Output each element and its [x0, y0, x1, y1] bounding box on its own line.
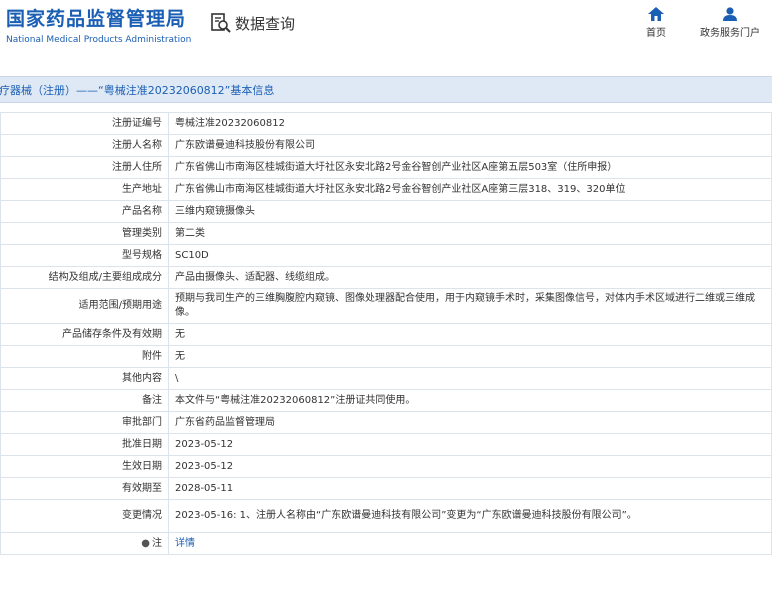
table-row: 注册证编号 粤械注准20232060812 — [0, 112, 772, 135]
row-label: 注册人名称 — [0, 134, 169, 157]
row-label: 生产地址 — [0, 178, 169, 201]
note-label-cell: ● 注 — [0, 532, 169, 555]
info-table: 注册证编号 粤械注准20232060812 注册人名称 广东欧谱曼迪科技股份有限公司注… — [0, 112, 772, 555]
row-label: 审批部门 — [0, 411, 169, 434]
row-value: 2023-05-12 — [168, 455, 772, 478]
note-icon: ● — [141, 537, 150, 549]
row-value: 广东省佛山市南海区桂城街道大圩社区永安北路2号金谷智创产业社区A座第三层318、… — [168, 178, 772, 201]
table-row: 管理类别 第二类 — [0, 222, 772, 245]
row-value: 产品由摄像头、适配器、线缆组成。 — [168, 266, 772, 289]
data-query-link[interactable]: 数据查询 — [210, 12, 295, 34]
row-label: 批准日期 — [0, 433, 169, 456]
site-header: 国家药品监督管理局 National Medical Products Admi… — [0, 0, 772, 76]
table-row: 有效期至 2028-05-11 — [0, 477, 772, 500]
row-label: 产品储存条件及有效期 — [0, 323, 169, 346]
nav-home-label: 首页 — [646, 28, 666, 39]
table-row: 结构及组成/主要组成成分 产品由摄像头、适配器、线缆组成。 — [0, 266, 772, 289]
document-search-icon — [211, 13, 231, 33]
table-row: 变更情况 2023-05-16: 1、注册人名称由“广东欧谱曼迪科技有限公司”变更… — [0, 499, 772, 533]
row-value: 第二类 — [168, 222, 772, 245]
table-row: 产品储存条件及有效期无 — [0, 323, 772, 346]
row-label: 注册人住所 — [0, 156, 169, 179]
row-label: 有效期至 — [0, 477, 169, 500]
row-label: 型号规格 — [0, 244, 169, 267]
table-row: 注册人住所 广东省佛山市南海区桂城街道大圩社区永安北路2号金谷智创产业社区A座第五… — [0, 156, 772, 179]
row-label: 注册证编号 — [0, 112, 169, 135]
note-value-cell: 详情 — [168, 532, 772, 555]
row-value: 无 — [168, 323, 772, 346]
user-icon — [723, 7, 737, 21]
row-value: 2023-05-16: 1、注册人名称由“广东欧谱曼迪科技有限公司”变更为“广东… — [168, 499, 772, 533]
table-row: 附件无 — [0, 345, 772, 368]
row-value: 本文件与“粤械注准20232060812”注册证共同使用。 — [168, 389, 772, 412]
table-row: 生效日期 2023-05-12 — [0, 455, 772, 478]
row-label: 其他内容 — [0, 367, 169, 390]
note-row: ● 注详情 — [0, 532, 772, 555]
table-row: 适用范围/预期用途 预期与我司生产的三维胸腹腔内窥镜、图像处理器配合使用，用于内窥… — [0, 288, 772, 324]
table-row: 审批部门 广东省药品监督管理局 — [0, 411, 772, 434]
row-value: 粤械注准20232060812 — [168, 112, 772, 135]
row-value: 2028-05-11 — [168, 477, 772, 500]
note-label: 注 — [152, 537, 162, 549]
page-title-bar: 医疗器械（注册）——“粤械注准20232060812”基本信息 — [0, 76, 772, 103]
row-label: 变更情况 — [0, 499, 169, 533]
logo-chinese-name: 国家药品监督管理局 — [6, 8, 187, 30]
nav-service-portal[interactable]: 政务服务门户 — [700, 7, 760, 39]
row-label: 管理类别 — [0, 222, 169, 245]
data-query-label: 数据查询 — [235, 14, 296, 33]
row-value: 无 — [168, 345, 772, 368]
row-label: 适用范围/预期用途 — [0, 288, 169, 324]
row-label: 产品名称 — [0, 200, 169, 223]
page-title: 医疗器械（注册）——“粤械注准20232060812”基本信息 — [0, 84, 275, 97]
row-value: 广东省佛山市南海区桂城街道大圩社区永安北路2号金谷智创产业社区A座第五层503室… — [168, 156, 772, 179]
row-value: 2023-05-12 — [168, 433, 772, 456]
row-value: 广东欧谱曼迪科技股份有限公司 — [168, 134, 772, 157]
table-row: 批准日期 2023-05-12 — [0, 433, 772, 456]
row-label: 备注 — [0, 389, 169, 412]
table-row: 备注 本文件与“粤械注准20232060812”注册证共同使用。 — [0, 389, 772, 412]
site-logo[interactable]: 国家药品监督管理局 National Medical Products Admi… — [6, 6, 191, 46]
row-value: 三维内窥镜摄像头 — [168, 200, 772, 223]
nav-home[interactable]: 首页 — [646, 7, 666, 39]
table-row: 其他内容 \ — [0, 367, 772, 390]
details-link[interactable]: 详情 — [175, 538, 195, 549]
logo-english-name: National Medical Products Administration — [6, 35, 192, 45]
row-label: 结构及组成/主要组成成分 — [0, 266, 169, 289]
table-row: 型号规格 SC10D — [0, 244, 772, 267]
table-row: 注册人名称 广东欧谱曼迪科技股份有限公司 — [0, 134, 772, 157]
row-value: 预期与我司生产的三维胸腹腔内窥镜、图像处理器配合使用，用于内窥镜手术时，采集图像… — [168, 288, 772, 324]
row-label: 生效日期 — [0, 455, 169, 478]
nav-service-label: 政务服务门户 — [700, 28, 760, 39]
row-value: SC10D — [168, 244, 772, 267]
table-row: 生产地址 广东省佛山市南海区桂城街道大圩社区永安北路2号金谷智创产业社区A座第三层… — [0, 178, 772, 201]
home-icon — [648, 7, 664, 21]
row-value: 广东省药品监督管理局 — [168, 411, 772, 434]
row-label: 附件 — [0, 345, 169, 368]
table-row: 产品名称 三维内窥镜摄像头 — [0, 200, 772, 223]
row-value: \ — [168, 367, 772, 390]
